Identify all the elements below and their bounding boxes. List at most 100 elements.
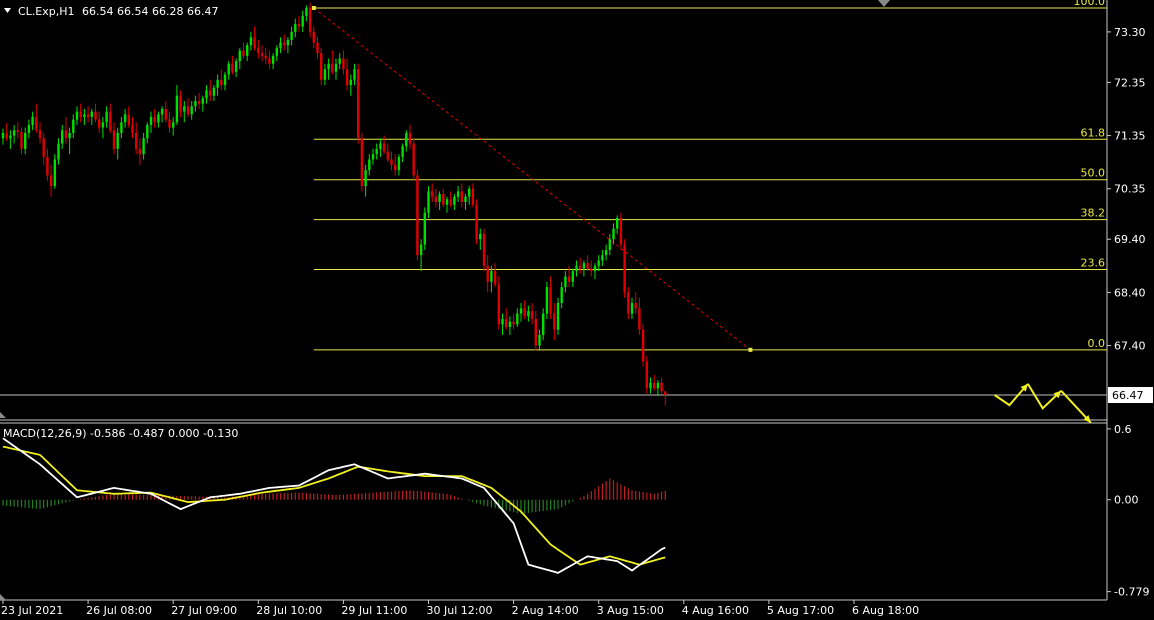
- candle-body: [394, 164, 397, 171]
- candle-body: [20, 131, 23, 149]
- time-tick-label: 23 Jul 2021: [1, 604, 63, 617]
- candle-body: [157, 114, 160, 123]
- time-tick-label: 4 Aug 16:00: [682, 604, 749, 617]
- candle-body: [98, 119, 101, 128]
- candle-body: [253, 37, 256, 48]
- fib-level-label: 100.0: [1074, 0, 1106, 8]
- candle-body: [527, 311, 530, 317]
- candle-body: [353, 69, 356, 80]
- candle-body: [638, 308, 641, 330]
- candle-body: [375, 148, 378, 155]
- candle-body: [579, 265, 582, 269]
- time-tick-label: 3 Aug 15:00: [597, 604, 664, 617]
- candle-body: [593, 265, 597, 272]
- time-tick-label: 28 Jul 10:00: [256, 604, 322, 617]
- candle-body: [560, 287, 563, 304]
- candle-body: [360, 138, 364, 187]
- candle-body: [453, 196, 456, 205]
- candle-body: [72, 119, 75, 133]
- candle-body: [179, 95, 182, 112]
- candle-body: [519, 308, 523, 314]
- time-tick-label: 6 Aug 18:00: [852, 604, 919, 617]
- time-tick-label: 26 Jul 08:00: [86, 604, 152, 617]
- fib-level-label: 61.8: [1081, 126, 1106, 139]
- candle-body: [220, 79, 223, 86]
- candle-body: [146, 124, 149, 139]
- candle-body: [257, 47, 260, 54]
- candle-body: [68, 132, 71, 139]
- current-price-value: 66.47: [1112, 389, 1144, 402]
- candle-body: [338, 58, 341, 64]
- candle-body: [456, 191, 460, 197]
- candle-body: [619, 217, 623, 245]
- time-tick-label: 5 Aug 17:00: [767, 604, 834, 617]
- candle-body: [94, 111, 97, 120]
- candle-body: [516, 313, 519, 325]
- fib-anchor-handle: [311, 5, 316, 10]
- candle-body: [590, 268, 593, 272]
- candle-body: [538, 334, 541, 346]
- candle-body: [397, 156, 401, 171]
- candle-body: [61, 130, 64, 144]
- candle-body: [412, 143, 415, 176]
- candle-body: [508, 321, 512, 327]
- candle-body: [523, 308, 526, 317]
- candle-body: [545, 287, 549, 314]
- candle-body: [423, 212, 426, 245]
- candle-body: [46, 156, 49, 176]
- fib-level-label: 23.6: [1081, 257, 1106, 270]
- candle-body: [49, 175, 53, 187]
- price-tick-label: 69.40: [1114, 233, 1146, 246]
- fib-level-label: 38.2: [1081, 207, 1106, 220]
- candle-body: [534, 318, 537, 346]
- candle-body: [290, 31, 293, 40]
- ohlc-label: 66.54 66.54 66.28 66.47: [82, 5, 218, 18]
- candle-body: [486, 265, 489, 282]
- candle-body: [382, 143, 386, 152]
- candle-body: [286, 39, 290, 46]
- candle-body: [64, 130, 68, 139]
- candle-body: [464, 196, 467, 203]
- candle-body: [612, 228, 615, 240]
- price-tick-label: 68.40: [1114, 286, 1146, 299]
- fib-level-label: 50.0: [1081, 167, 1106, 180]
- candle-body: [664, 391, 667, 396]
- candle-body: [660, 382, 663, 392]
- candle-body: [604, 249, 608, 256]
- candle-body: [90, 111, 93, 117]
- candle-body: [75, 111, 79, 120]
- candle-body: [186, 106, 190, 115]
- candle-body: [320, 53, 323, 80]
- candle-body: [9, 135, 12, 139]
- candle-body: [57, 143, 60, 160]
- candle-body: [109, 111, 112, 131]
- chart-root: CL.Exp,H1 66.54 66.54 66.28 66.47 100.0 6…: [0, 0, 1154, 620]
- candle-body: [645, 361, 648, 389]
- candle-body: [364, 170, 367, 187]
- candle-body: [283, 42, 286, 46]
- candle-body: [342, 58, 345, 70]
- candle-body: [264, 55, 267, 59]
- candle-body: [445, 199, 449, 205]
- candle-body: [238, 50, 241, 62]
- candle-body: [83, 114, 86, 117]
- candle-body: [216, 79, 219, 88]
- candle-body: [268, 58, 271, 64]
- candle-body: [608, 239, 611, 250]
- candle-body: [305, 7, 308, 16]
- candle-body: [246, 45, 249, 56]
- candle-body: [601, 255, 604, 261]
- candle-body: [549, 287, 552, 314]
- candle-body: [575, 265, 578, 272]
- candle-body: [634, 303, 637, 309]
- candle-body: [271, 55, 275, 64]
- candle-body: [183, 106, 186, 112]
- candle-body: [249, 37, 253, 46]
- candle-body: [79, 111, 82, 117]
- candle-body: [127, 114, 130, 125]
- candle-body: [105, 111, 108, 123]
- candle-body: [1, 132, 5, 139]
- macd-tick-label: 0.00: [1114, 494, 1139, 507]
- candle-body: [175, 95, 179, 123]
- candle-body: [12, 130, 16, 136]
